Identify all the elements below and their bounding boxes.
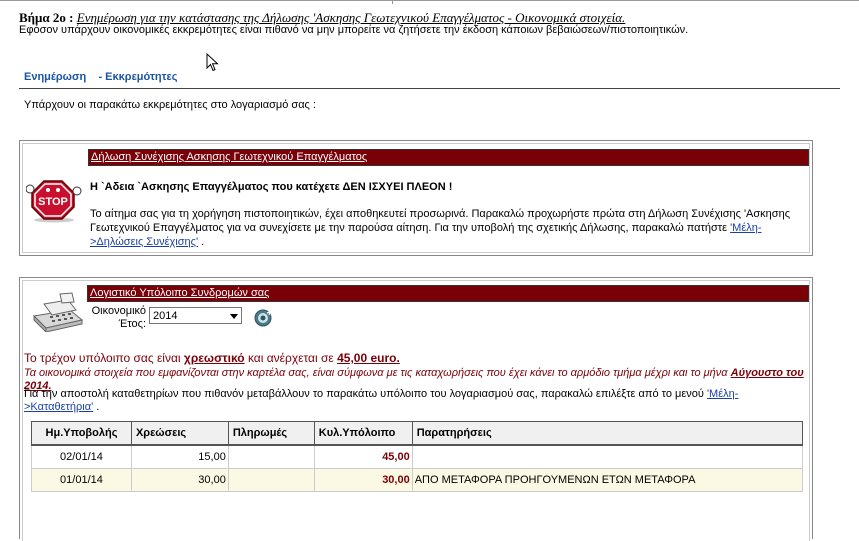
fiscal-year-label: Οικονομικό Έτος: <box>91 305 146 330</box>
chevron-down-icon <box>230 314 238 319</box>
nav-update-link[interactable]: Ενημέρωση <box>24 71 86 83</box>
cell-notes: ΑΠΟ ΜΕΤΑΦΟΡΑ ΠΡΟΗΓΟΥΜΕΝΩΝ ΕΤΩΝ ΜΕΤΑΦΟΡΑ <box>411 468 804 492</box>
renewal-panel-header: Δήλωση Συνέχισης Ασκησης Γεωτεχνικού Επα… <box>88 149 809 166</box>
fiscal-year-value: 2014 <box>153 310 178 322</box>
renewal-panel: Δήλωση Συνέχισης Ασκησης Γεωτεχνικού Επα… <box>19 140 813 256</box>
col-notes-header: Παρατηρήσεις <box>411 421 804 446</box>
nav-pending-link[interactable]: - Εκκρεμότητες <box>98 71 177 83</box>
cell-balance: 30,00 <box>313 468 413 492</box>
current-balance: Το τρέχον υπόλοιπο σας είναι χρεωστικό κ… <box>24 351 400 365</box>
cell-charges: 30,00 <box>130 468 229 492</box>
cell-payments <box>227 444 315 469</box>
svg-text:STOP: STOP <box>38 196 68 208</box>
renewal-message-text: Το αίτημα σας για τη χορήγηση πιστοποιητ… <box>90 208 791 234</box>
pending-intro: Υπάρχουν οι παρακάτω εκκρεμότητες στο λο… <box>24 99 316 111</box>
step-label: Βήμα 2ο : <box>19 10 74 25</box>
balance-prefix: Το τρέχον υπόλοιπο σας είναι <box>24 351 181 365</box>
balance-panel-header: Λογιστικό Υπόλοιπο Συνδρομών σας <box>87 285 809 302</box>
step-title: Ενημέρωση για την κατάστασης της Δήλωσης… <box>76 10 626 25</box>
deposit-info: Για την αποστολή καταθετηρίων που πιθανό… <box>24 388 804 414</box>
deposit-info-end: . <box>96 401 100 413</box>
cell-date: 01/01/14 <box>31 468 132 492</box>
mouse-cursor-icon <box>206 53 219 72</box>
nav-bar: Ενημέρωση - Εκκρεμότητες <box>24 71 177 83</box>
renewal-message-end: . <box>201 236 205 248</box>
balance-panel: Λογιστικό Υπόλοιπο Συνδρομών σας Οικονομ… <box>19 277 813 541</box>
cell-charges: 15,00 <box>130 444 229 469</box>
refresh-icon[interactable] <box>254 309 272 327</box>
col-payments-header: Πληρωμές <box>227 421 315 446</box>
col-date-header: Ημ.Υποβολής <box>31 421 132 446</box>
col-charges-header: Χρεώσεις <box>130 421 229 446</box>
transactions-table: Ημ.Υποβολής Χρεώσεις Πληρωμές Κυλ.Υπόλοι… <box>31 421 804 492</box>
col-balance-header: Κυλ.Υπόλοιπο <box>313 421 413 446</box>
balance-amount: 45,00 euro. <box>337 351 400 365</box>
table-row: 01/01/14 30,00 30,00 ΑΠΟ ΜΕΤΑΦΟΡΑ ΠΡΟΗΓΟ… <box>31 468 804 492</box>
top-border <box>0 0 859 4</box>
deposit-info-text: Για την αποστολή καταθετηρίων που πιθανό… <box>24 388 704 400</box>
license-status-title: Η `Αδεια `Ασκησης Επαγγέλματος που κατέχ… <box>90 181 453 193</box>
records-info-text: Τα οικονομικά στοιχεία που εμφανίζονται … <box>24 367 728 379</box>
renewal-message: Το αίτημα σας για τη χορήγηση πιστοποιητ… <box>90 207 790 249</box>
cell-payments <box>227 468 315 492</box>
table-row: 02/01/14 15,00 45,00 <box>31 444 804 469</box>
cell-notes <box>411 444 804 469</box>
cell-date: 02/01/14 <box>31 444 132 469</box>
cell-balance: 45,00 <box>313 444 413 469</box>
balance-status: χρεωστικό <box>183 351 245 365</box>
cash-register-icon <box>32 292 84 332</box>
balance-mid: και ανέρχεται σε <box>247 351 334 365</box>
fiscal-year-select[interactable]: 2014 <box>149 307 242 324</box>
notice-text: Εφόσον υπάρχουν οικονομικές εκκρεμότητες… <box>19 24 689 36</box>
stop-sign-icon: STOP <box>26 180 82 223</box>
nav-divider <box>19 88 840 89</box>
table-header-row: Ημ.Υποβολής Χρεώσεις Πληρωμές Κυλ.Υπόλοι… <box>31 421 804 446</box>
